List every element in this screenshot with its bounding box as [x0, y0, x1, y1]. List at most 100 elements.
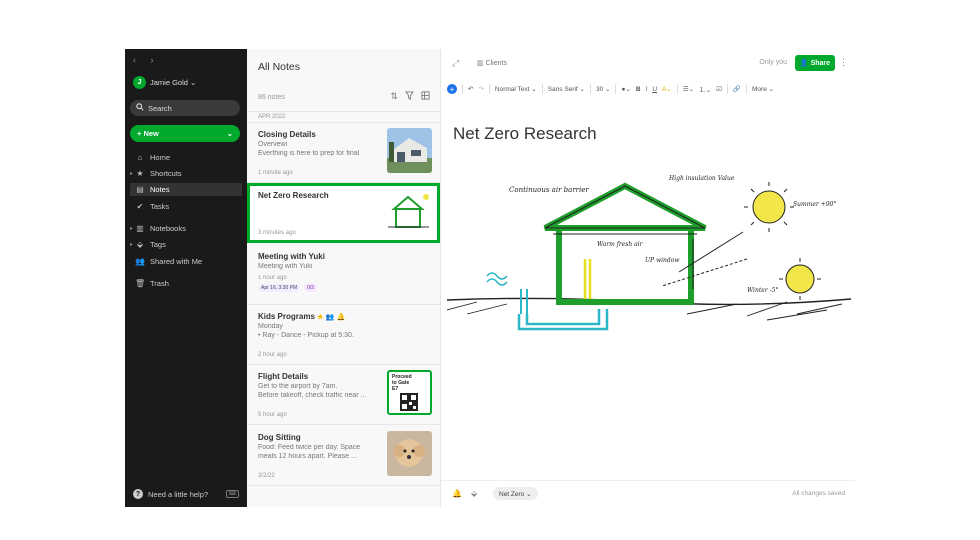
star-icon: ★: [136, 169, 144, 178]
highlight-icon[interactable]: A⌄: [662, 85, 672, 93]
dog-photo-thumbnail: [387, 431, 432, 476]
font-select[interactable]: Sans Serif ⌄: [548, 85, 585, 93]
italic-icon[interactable]: I: [646, 86, 648, 93]
bullet-list-icon[interactable]: ☰⌄: [683, 85, 694, 93]
new-note-button[interactable]: + New ⌄: [130, 125, 240, 142]
underline-icon[interactable]: U: [652, 86, 657, 93]
undo-icon[interactable]: ↶: [468, 85, 473, 93]
house-photo-thumbnail: [387, 128, 432, 173]
note-snippet: Monday: [258, 323, 283, 330]
label-summer: Summer +90°: [793, 201, 836, 208]
people-icon: 👥: [135, 257, 145, 266]
bold-icon[interactable]: B: [636, 86, 641, 93]
expand-caret-icon[interactable]: ▸: [130, 241, 133, 248]
sidebar-item-label: Shared with Me: [150, 257, 203, 266]
account-switcher[interactable]: J Jamie Gold ⌄: [133, 76, 196, 89]
help-button[interactable]: ? Need a little help? ⌨: [133, 489, 239, 499]
redo-icon[interactable]: ↷: [478, 85, 483, 93]
note-card[interactable]: Meeting with Yuki Meeting with Yuki 1 ho…: [247, 245, 440, 305]
search-icon: [136, 103, 144, 113]
tag-chip[interactable]: Net Zero ⌄: [493, 487, 538, 500]
add-tag-icon[interactable]: ⬙: [471, 489, 477, 498]
divider: [541, 84, 543, 94]
editor-topbar: ⤢ ▥ Clients Only you 👤 Share ⋮: [441, 49, 855, 77]
sketch-thumbnail: [386, 189, 431, 234]
note-title: Kids Programs ★ 👥 🔔: [258, 312, 429, 321]
insert-icon[interactable]: +: [447, 84, 457, 94]
text-style-select[interactable]: Normal Text ⌄: [495, 85, 537, 93]
notes-count: 86 notes: [258, 94, 285, 101]
sidebar-item-shared[interactable]: 👥 Shared with Me: [130, 255, 242, 268]
filter-icon[interactable]: [405, 91, 414, 102]
sidebar-item-label: Notes: [150, 185, 170, 194]
new-label: + New: [137, 129, 159, 138]
sidebar-item-shortcuts[interactable]: ▸ ★ Shortcuts: [130, 167, 242, 180]
sidebar-item-label: Shortcuts: [150, 169, 182, 178]
note-card-selected[interactable]: Net Zero Research 3 minutes ago: [247, 183, 440, 243]
note-time-inline: 1 hour ago: [258, 275, 287, 281]
more-formatting-button[interactable]: More ⌄: [752, 85, 774, 93]
sidebar-item-label: Notebooks: [150, 224, 186, 233]
sidebar: ‹ › J Jamie Gold ⌄ Search + New ⌄ ⌂ Home…: [125, 49, 247, 507]
history-nav-arrows[interactable]: ‹ ›: [133, 55, 160, 65]
expand-caret-icon[interactable]: ▸: [130, 170, 133, 177]
checklist-icon[interactable]: ☑: [716, 85, 722, 93]
sidebar-item-tags[interactable]: ▸ ⬙ Tags: [130, 238, 242, 251]
note-snippet: Overvewi: [258, 141, 288, 148]
trash-icon: 🗑: [135, 279, 146, 288]
note-title-heading[interactable]: Net Zero Research: [453, 124, 597, 144]
evernote-window: ‹ › J Jamie Gold ⌄ Search + New ⌄ ⌂ Home…: [125, 49, 855, 507]
tasks-icon: ✔: [136, 202, 144, 211]
notes-list-title: All Notes: [258, 61, 301, 73]
expand-caret-icon[interactable]: ▸: [130, 225, 133, 232]
sidebar-item-home[interactable]: ⌂ Home: [130, 151, 242, 164]
sidebar-item-label: Tags: [150, 240, 166, 249]
chevron-down-icon[interactable]: ⌄: [227, 129, 233, 138]
notebook-breadcrumb[interactable]: ▥ Clients: [477, 59, 507, 67]
sidebar-item-label: Trash: [150, 279, 169, 288]
note-title: Meeting with Yuki: [258, 252, 325, 261]
note-card[interactable]: Dog Sitting Food: Feed twice per day. Sp…: [247, 426, 440, 486]
divider: [589, 84, 591, 94]
divider: [615, 84, 617, 94]
label-insulation: High insulation Value: [668, 175, 735, 182]
font-size-select[interactable]: 30 ⌄: [596, 85, 610, 93]
note-snippet: Get to the airport by 7am.: [258, 383, 338, 390]
numbered-list-icon[interactable]: ⒈⌄: [699, 84, 711, 94]
link-icon[interactable]: 🔗: [733, 85, 741, 93]
sidebar-item-trash[interactable]: 🗑 Trash: [130, 277, 242, 290]
notebook-name: Clients: [485, 60, 507, 67]
boarding-pass-thumbnail: Proceed to Gate E7: [387, 370, 432, 415]
home-icon: ⌂: [137, 153, 143, 162]
note-card[interactable]: Flight Details Get to the airport by 7am…: [247, 365, 440, 425]
search-input[interactable]: Search: [130, 100, 240, 116]
reminder-icon[interactable]: 🔔: [452, 489, 462, 498]
notes-list: All Notes 86 notes ⇅ APR 2022 Closing De…: [247, 49, 441, 507]
note-snippet: Meeting with Yuki: [258, 263, 313, 270]
sort-icon[interactable]: ⇅: [390, 91, 398, 102]
text-color-icon[interactable]: ●⌄: [621, 85, 630, 93]
notes-icon: ▤: [136, 185, 144, 194]
keyboard-icon[interactable]: ⌨: [225, 490, 239, 498]
note-snippet: Food: Feed twice per day. Space: [258, 444, 361, 451]
note-snippet: Before takeoff, check traffic near ...: [258, 392, 367, 399]
person-add-icon: 👤: [799, 60, 811, 67]
reminder-badge: Apr 16, 3:30 PM: [258, 284, 301, 292]
note-card[interactable]: Closing Details Overvewi Everthing is he…: [247, 123, 440, 183]
expand-icon[interactable]: ⤢: [452, 58, 459, 69]
divider: [676, 84, 678, 94]
sidebar-item-tasks[interactable]: ✔ Tasks: [130, 200, 242, 213]
month-divider: APR 2022: [247, 111, 440, 123]
share-button[interactable]: 👤 Share: [795, 55, 835, 71]
search-label: Search: [148, 103, 172, 113]
editor-footer: 🔔 ⬙ Net Zero ⌄ All changes saved: [441, 480, 855, 507]
sidebar-item-notes[interactable]: ▤ Notes: [130, 183, 242, 196]
label-window: UP window: [645, 257, 680, 264]
note-card[interactable]: Kids Programs ★ 👥 🔔 Monday • Ray - Dance…: [247, 305, 440, 365]
sidebar-item-notebooks[interactable]: ▸ ▥ Notebooks: [130, 222, 242, 235]
view-options-icon[interactable]: [421, 91, 430, 102]
task-count-badge: 0/2: [304, 284, 318, 292]
more-options-icon[interactable]: ⋮: [839, 57, 848, 68]
note-time: 2 hour ago: [258, 352, 287, 358]
note-snippet: Everthing is here to prep for final: [258, 150, 360, 157]
